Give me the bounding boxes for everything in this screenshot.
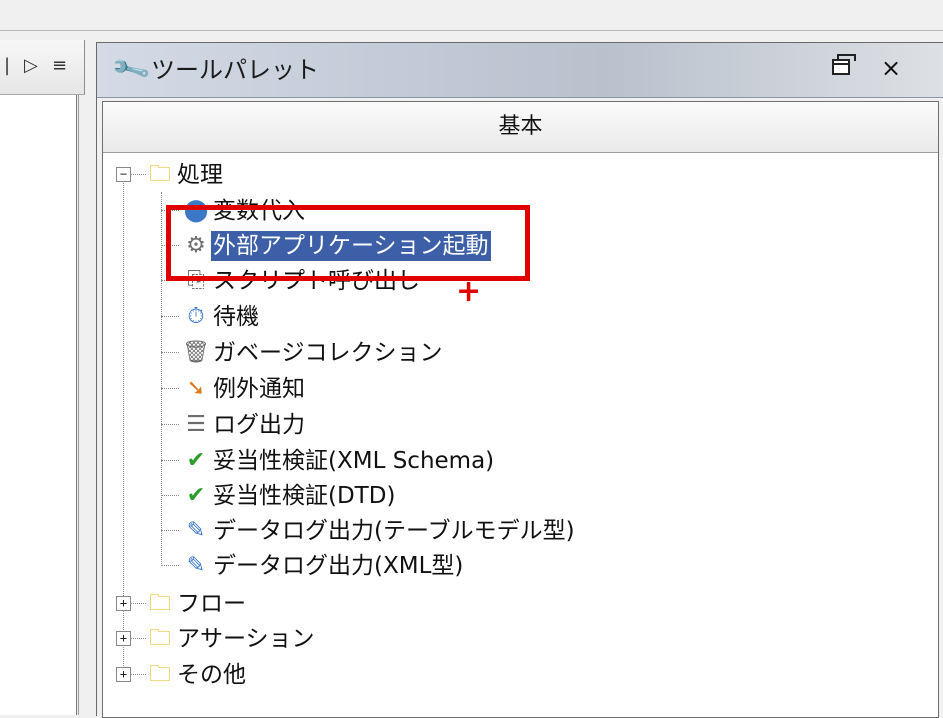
expand-toggle[interactable]: + bbox=[116, 667, 131, 682]
tree-line bbox=[161, 192, 162, 564]
tree-item-label: 変数代入 bbox=[213, 197, 305, 224]
tree-item-garbage-collection[interactable]: 🗑 ガベージコレクション bbox=[181, 335, 445, 369]
tree-line bbox=[161, 530, 179, 531]
tree-item-data-log-table[interactable]: ✎ データログ出力(テーブルモデル型) bbox=[181, 513, 577, 547]
tree-item-label: スクリプト呼び出し bbox=[213, 267, 420, 294]
tree-item-label: 外部アプリケーション起動 bbox=[211, 230, 491, 261]
tree-line bbox=[161, 388, 179, 389]
tree-line bbox=[130, 174, 146, 175]
tree-item-external-app[interactable]: ⚙ 外部アプリケーション起動 bbox=[181, 228, 491, 262]
crosshair-cursor-icon: + bbox=[456, 274, 482, 309]
folder-label: フロー bbox=[177, 590, 246, 617]
left-pane-header: | ▷ ≡ bbox=[0, 40, 85, 95]
tree-item-label: データログ出力(XML型) bbox=[213, 552, 464, 579]
close-icon[interactable]: × bbox=[881, 55, 901, 81]
tool-tree: − 🗀 処理 ⬤ 変数代入 ⚙ 外部アプリケーション起動 ⎘ スクリプト呼び出し ⏱ 待機… bbox=[103, 154, 938, 717]
tree-line bbox=[130, 674, 146, 675]
wrench-icon: 🔧 bbox=[109, 48, 153, 92]
folder-icon: 🗀 bbox=[148, 590, 171, 616]
collapse-toggle[interactable]: − bbox=[116, 167, 131, 182]
tab-basic[interactable]: 基本 bbox=[103, 102, 938, 153]
external-app-icon: ⚙ bbox=[186, 232, 206, 258]
expand-toggle[interactable]: + bbox=[116, 596, 131, 611]
checkmark-icon: ✔ bbox=[186, 447, 206, 473]
log-output-icon: ☰ bbox=[186, 411, 206, 437]
tree-line bbox=[161, 460, 179, 461]
folder-label: 処理 bbox=[177, 161, 223, 188]
tree-item-label: 妥当性検証(DTD) bbox=[213, 482, 396, 509]
palette-title: ツールパレット bbox=[151, 56, 319, 84]
tree-line bbox=[161, 495, 179, 496]
script-call-icon: ⎘ bbox=[187, 267, 205, 293]
tree-item-script-call[interactable]: ⎘ スクリプト呼び出し bbox=[181, 263, 422, 297]
tree-item-variable-assign[interactable]: ⬤ 変数代入 bbox=[181, 193, 307, 227]
trash-icon: 🗑 bbox=[182, 339, 210, 365]
tree-line bbox=[161, 280, 179, 281]
tree-item-label: ログ出力 bbox=[213, 411, 305, 438]
tree-line bbox=[130, 638, 146, 639]
folder-icon: 🗀 bbox=[148, 161, 171, 187]
tree-item-label: データログ出力(テーブルモデル型) bbox=[213, 517, 575, 544]
play-arrow-icon[interactable]: ▷ bbox=[24, 56, 38, 76]
tree-item-data-log-xml[interactable]: ✎ データログ出力(XML型) bbox=[181, 548, 465, 582]
folder-label: その他 bbox=[177, 661, 246, 688]
data-log-xml-icon: ✎ bbox=[186, 552, 206, 578]
left-pane: | ▷ ≡ bbox=[0, 40, 85, 715]
folder-icon: 🗀 bbox=[148, 625, 171, 651]
folder-other[interactable]: 🗀 その他 bbox=[145, 657, 248, 691]
tree-item-label: ガベージコレクション bbox=[213, 339, 443, 366]
top-strip bbox=[0, 0, 943, 31]
data-log-table-icon: ✎ bbox=[186, 517, 206, 543]
tree-line bbox=[161, 352, 179, 353]
tree-line bbox=[161, 245, 179, 246]
exception-notify-icon: ➘ bbox=[186, 375, 206, 401]
tree-item-log-output[interactable]: ☰ ログ出力 bbox=[181, 407, 307, 441]
folder-flow[interactable]: 🗀 フロー bbox=[145, 586, 248, 620]
tree-line bbox=[130, 603, 146, 604]
left-pane-body bbox=[0, 95, 85, 715]
clock-icon: ⏱ bbox=[187, 303, 205, 329]
tree-item-validate-dtd[interactable]: ✔ 妥当性検証(DTD) bbox=[181, 478, 397, 512]
tree-item-exception-notify[interactable]: ➘ 例外通知 bbox=[181, 371, 307, 405]
pane-edge-marker: | bbox=[4, 55, 11, 76]
list-menu-icon[interactable]: ≡ bbox=[52, 56, 67, 76]
folder-icon: 🗀 bbox=[148, 661, 171, 687]
folder-processing[interactable]: 🗀 処理 bbox=[145, 157, 225, 191]
checkmark-icon: ✔ bbox=[186, 482, 206, 508]
restore-window-icon[interactable] bbox=[832, 54, 856, 75]
tree-item-label: 待機 bbox=[213, 303, 259, 330]
tool-palette-window: 🔧 ツールパレット × 基本 − 🗀 処理 ⬤ 変数代入 ⚙ 外部アプリケーショ… bbox=[96, 42, 943, 718]
expand-toggle[interactable]: + bbox=[116, 631, 131, 646]
palette-content: 基本 − 🗀 処理 ⬤ 変数代入 ⚙ 外部アプリケーション起動 ⎘ スクリプト呼… bbox=[102, 101, 939, 718]
tree-item-label: 例外通知 bbox=[213, 375, 305, 402]
tree-item-label: 妥当性検証(XML Schema) bbox=[213, 447, 495, 474]
tree-item-wait[interactable]: ⏱ 待機 bbox=[181, 299, 261, 333]
tree-item-validate-xml-schema[interactable]: ✔ 妥当性検証(XML Schema) bbox=[181, 443, 496, 477]
tree-line bbox=[161, 565, 179, 566]
folder-label: アサーション bbox=[177, 625, 315, 652]
palette-titlebar[interactable]: 🔧 ツールパレット × bbox=[97, 43, 943, 98]
folder-assertion[interactable]: 🗀 アサーション bbox=[145, 621, 317, 655]
tree-line bbox=[161, 424, 179, 425]
tree-line bbox=[161, 210, 179, 211]
variable-assign-icon: ⬤ bbox=[183, 197, 209, 223]
tree-line bbox=[161, 316, 179, 317]
